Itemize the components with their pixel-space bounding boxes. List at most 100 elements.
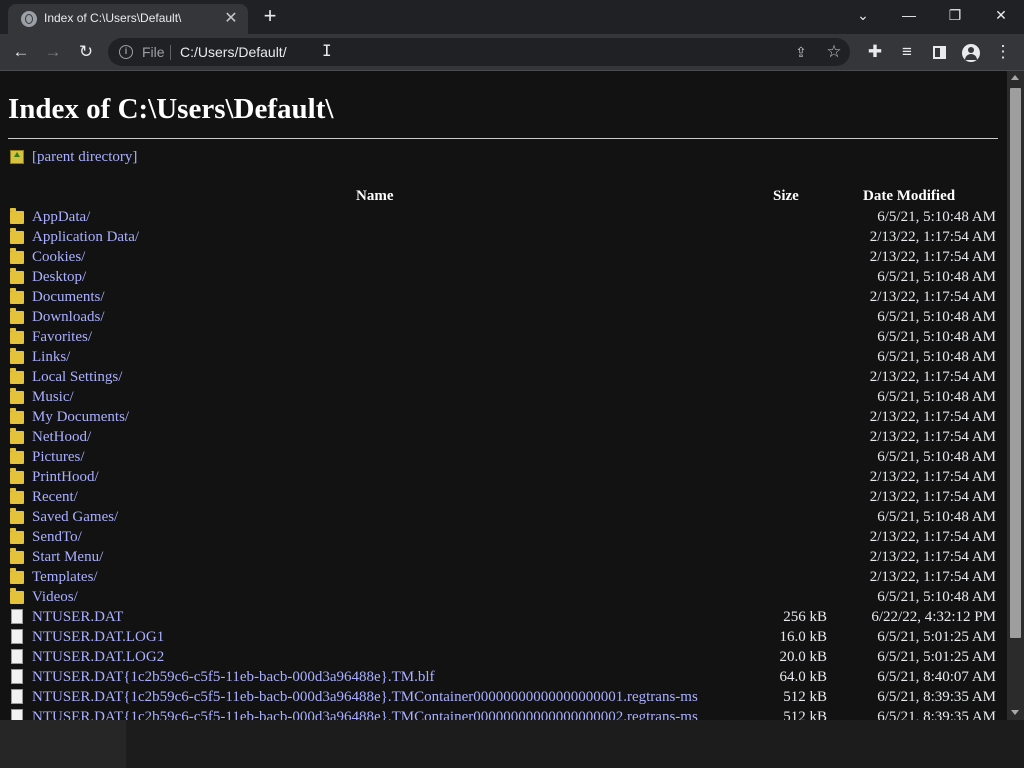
folder-icon — [10, 308, 24, 324]
extensions-icon[interactable]: ✚ — [862, 39, 888, 65]
entry-name-link[interactable]: Start Menu/ — [32, 547, 103, 567]
file-row: NTUSER.DAT.LOG2 20.0 kB 6/5/21, 5:01:25 AM — [0, 647, 1007, 667]
entry-name-link[interactable]: Documents/ — [32, 287, 105, 307]
entry-name-link[interactable]: AppData/ — [32, 207, 90, 227]
globe-icon — [21, 11, 37, 27]
taskbar-start-area[interactable] — [0, 720, 126, 768]
entry-name-link[interactable]: Favorites/ — [32, 327, 92, 347]
entry-date-modified: 2/13/22, 1:17:54 AM — [869, 429, 996, 445]
scroll-down-arrow-icon[interactable] — [1011, 710, 1019, 715]
tab-active[interactable]: Index of C:\Users\Default\ ✕ — [8, 4, 248, 34]
entry-date-modified: 2/13/22, 1:17:54 AM — [869, 469, 996, 485]
back-button[interactable]: ← — [8, 39, 34, 65]
forward-button[interactable]: → — [40, 39, 66, 65]
entry-name-link[interactable]: Recent/ — [32, 487, 78, 507]
folder-row: My Documents/2/13/22, 1:17:54 AM — [0, 407, 1007, 427]
entry-date-modified: 6/5/21, 5:10:48 AM — [877, 209, 996, 225]
entry-date-modified: 6/5/21, 5:10:48 AM — [877, 509, 996, 525]
entry-name-link[interactable]: NTUSER.DAT.LOG1 — [32, 627, 164, 647]
folder-row: Local Settings/2/13/22, 1:17:54 AM — [0, 367, 1007, 387]
folder-row: Templates/2/13/22, 1:17:54 AM — [0, 567, 1007, 587]
entry-name-link[interactable]: Videos/ — [32, 587, 78, 607]
bookmark-star-icon[interactable]: ☆ — [824, 42, 844, 62]
tab-strip: Index of C:\Users\Default\ ✕ + ⌄ — ❐ ✕ — [0, 0, 1024, 34]
browser-menu-icon[interactable]: ⋮ — [990, 39, 1016, 65]
folder-row: Application Data/2/13/22, 1:17:54 AM — [0, 227, 1007, 247]
entry-date-modified: 2/13/22, 1:17:54 AM — [869, 569, 996, 585]
entry-date-modified: 2/13/22, 1:17:54 AM — [869, 549, 996, 565]
folder-row: Favorites/6/5/21, 5:10:48 AM — [0, 327, 1007, 347]
share-icon[interactable]: ⇪ — [792, 43, 810, 61]
folder-icon — [10, 468, 24, 484]
new-tab-button[interactable]: + — [259, 5, 281, 27]
entry-name-link[interactable]: Pictures/ — [32, 447, 85, 467]
entry-size: 512 kB — [783, 709, 827, 720]
column-header-name[interactable]: Name — [356, 188, 394, 205]
up-folder-icon — [10, 150, 24, 164]
vertical-scrollbar[interactable] — [1007, 71, 1024, 720]
entry-name-link[interactable]: PrintHood/ — [32, 467, 99, 487]
profile-avatar-icon — [962, 43, 980, 62]
folder-icon — [10, 268, 24, 284]
column-header-size[interactable]: Size — [773, 188, 799, 205]
folder-icon — [10, 228, 24, 244]
reload-button[interactable]: ↻ — [73, 39, 99, 65]
side-panel-button[interactable] — [926, 39, 952, 65]
entry-name-link[interactable]: NTUSER.DAT.LOG2 — [32, 647, 164, 667]
entry-name-link[interactable]: NTUSER.DAT{1c2b59c6-c5f5-11eb-bacb-000d3… — [32, 707, 698, 720]
entry-date-modified: 6/5/21, 5:10:48 AM — [877, 389, 996, 405]
entry-date-modified: 6/5/21, 5:10:48 AM — [877, 329, 996, 345]
file-icon — [11, 669, 23, 684]
scrollbar-thumb[interactable] — [1010, 88, 1021, 638]
tab-title: Index of C:\Users\Default\ — [44, 11, 182, 25]
entry-size: 256 kB — [783, 609, 827, 625]
entry-date-modified: 6/5/21, 5:10:48 AM — [877, 349, 996, 365]
side-panel-icon — [932, 46, 946, 60]
entry-name-link[interactable]: Local Settings/ — [32, 367, 122, 387]
folder-icon — [10, 368, 24, 384]
entry-name-link[interactable]: Downloads/ — [32, 307, 105, 327]
parent-directory-link[interactable]: [parent directory] — [32, 149, 137, 166]
entry-name-link[interactable]: SendTo/ — [32, 527, 82, 547]
address-bar[interactable]: i File C:/Users/Default/ I ⇪ ☆ — [108, 38, 850, 66]
entry-name-link[interactable]: Music/ — [32, 387, 74, 407]
entry-name-link[interactable]: Links/ — [32, 347, 70, 367]
media-controls-icon[interactable]: ≡ — [894, 39, 920, 65]
profile-button[interactable] — [958, 39, 984, 65]
entry-name-link[interactable]: NetHood/ — [32, 427, 91, 447]
folder-icon — [10, 448, 24, 464]
url-text[interactable]: C:/Users/Default/ — [180, 44, 287, 60]
entry-size: 64.0 kB — [779, 669, 827, 685]
browser-toolbar: ← → ↻ i File C:/Users/Default/ I ⇪ ☆ ✚ ≡… — [0, 34, 1024, 71]
scroll-up-arrow-icon[interactable] — [1011, 75, 1019, 80]
site-info-icon[interactable]: i — [119, 45, 133, 59]
page-title: Index of C:\Users\Default\ — [8, 93, 334, 125]
entry-name-link[interactable]: Templates/ — [32, 567, 98, 587]
entry-name-link[interactable]: Desktop/ — [32, 267, 86, 287]
entry-date-modified: 6/5/21, 8:40:07 AM — [877, 669, 996, 685]
entry-date-modified: 2/13/22, 1:17:54 AM — [869, 529, 996, 545]
entry-date-modified: 6/5/21, 8:39:35 AM — [877, 709, 996, 720]
minimize-button[interactable]: — — [886, 0, 932, 30]
entry-name-link[interactable]: NTUSER.DAT{1c2b59c6-c5f5-11eb-bacb-000d3… — [32, 687, 698, 707]
entry-date-modified: 6/5/21, 5:01:25 AM — [877, 649, 996, 665]
folder-row: Videos/6/5/21, 5:10:48 AM — [0, 587, 1007, 607]
entry-date-modified: 6/5/21, 5:10:48 AM — [877, 589, 996, 605]
folder-icon — [10, 488, 24, 504]
folder-icon — [10, 428, 24, 444]
tab-search-button[interactable]: ⌄ — [840, 0, 886, 30]
entry-date-modified: 6/5/21, 5:10:48 AM — [877, 449, 996, 465]
restore-button[interactable]: ❐ — [932, 0, 978, 30]
entry-name-link[interactable]: Saved Games/ — [32, 507, 118, 527]
entry-name-link[interactable]: NTUSER.DAT{1c2b59c6-c5f5-11eb-bacb-000d3… — [32, 667, 435, 687]
entry-date-modified: 2/13/22, 1:17:54 AM — [869, 489, 996, 505]
folder-icon — [10, 348, 24, 364]
entry-name-link[interactable]: My Documents/ — [32, 407, 129, 427]
file-row: NTUSER.DAT{1c2b59c6-c5f5-11eb-bacb-000d3… — [0, 687, 1007, 707]
column-header-date-modified[interactable]: Date Modified — [863, 188, 955, 205]
close-tab-icon[interactable]: ✕ — [222, 10, 240, 28]
entry-name-link[interactable]: Cookies/ — [32, 247, 85, 267]
entry-name-link[interactable]: NTUSER.DAT — [32, 607, 123, 627]
close-window-button[interactable]: ✕ — [978, 0, 1024, 30]
entry-name-link[interactable]: Application Data/ — [32, 227, 139, 247]
